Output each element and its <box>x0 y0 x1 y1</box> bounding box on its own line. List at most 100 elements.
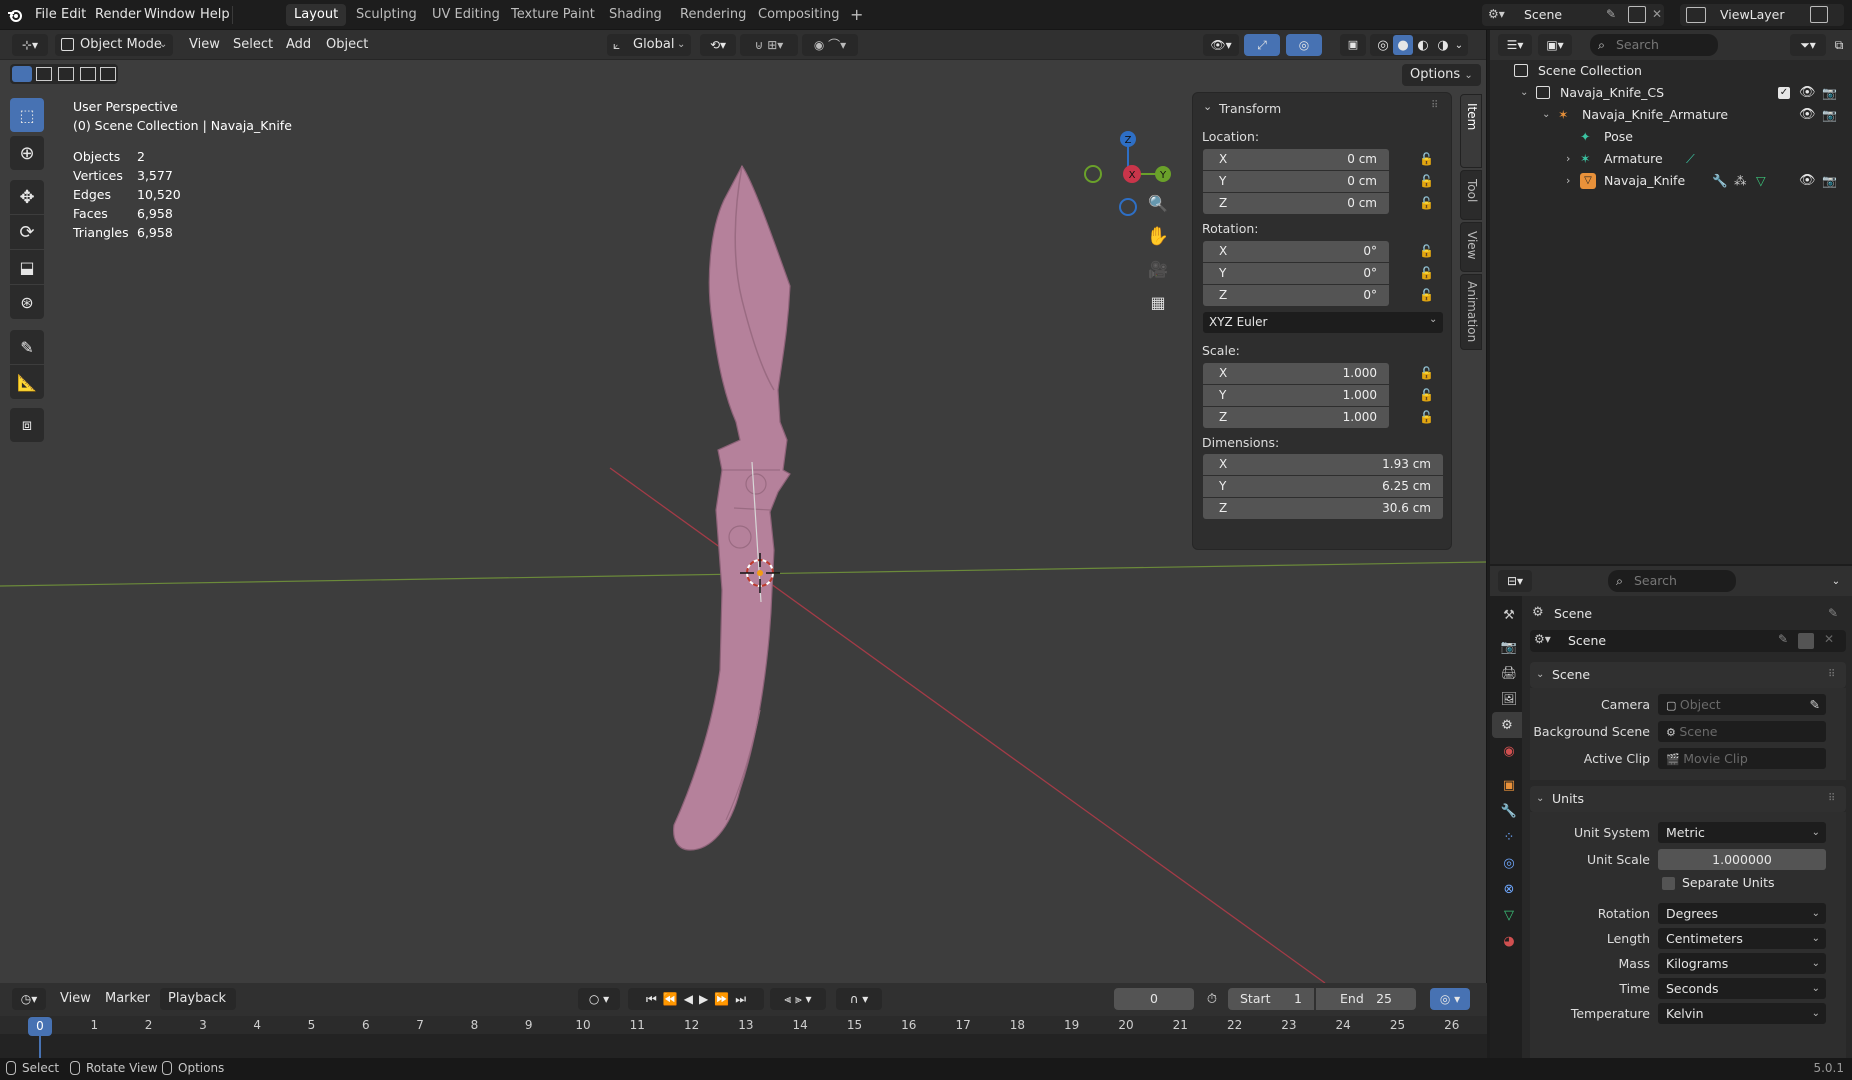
tab-sculpting[interactable]: Sculpting <box>348 4 425 26</box>
outliner-row-navaja-knife-cs[interactable]: ⌄ Navaja_Knife_CS ✓ 👁 📷 <box>1490 82 1852 104</box>
sidebar-tab-tool[interactable]: Tool <box>1460 170 1482 220</box>
close-icon[interactable]: ✕ <box>1652 7 1662 21</box>
rotation-unit-dropdown[interactable]: Degrees ⌄ <box>1658 903 1826 924</box>
location-z-field[interactable]: Z0 cm <box>1203 193 1389 214</box>
units-section-header[interactable]: ⌄ Units ⠿ <box>1530 786 1846 812</box>
camera-icon[interactable]: 📷 <box>1822 82 1837 104</box>
blender-logo-icon[interactable] <box>6 6 24 24</box>
rotation-mode-dropdown[interactable]: XYZ Euler ⌄ <box>1203 312 1443 333</box>
modifier-tab-icon[interactable]: 🔧 <box>1496 798 1522 824</box>
lock-icon[interactable]: 🔓 <box>1419 244 1434 258</box>
rendered-shading-icon[interactable]: ◑ <box>1433 35 1453 55</box>
view-layer-tab-icon[interactable]: 🖼 <box>1496 686 1522 712</box>
scene-tab-icon[interactable]: ⚙ <box>1492 712 1522 738</box>
menu-edit[interactable]: Edit <box>55 5 92 25</box>
end-frame-field[interactable]: End 25 <box>1316 988 1416 1010</box>
annotate-tool[interactable]: ✎ <box>10 330 44 364</box>
playhead-frame-indicator[interactable]: 0 <box>28 1017 52 1036</box>
outliner-row-scene-collection[interactable]: Scene Collection <box>1490 60 1852 82</box>
wireframe-shading-icon[interactable]: ◎ <box>1373 35 1393 55</box>
dimensions-x-field[interactable]: X 1.93 cm <box>1203 454 1443 475</box>
tool-tab-icon[interactable]: ⚒ <box>1496 602 1522 628</box>
solid-shading-icon[interactable]: ● <box>1393 35 1413 55</box>
select-extend-icon[interactable] <box>36 67 52 81</box>
snap-playhead-button[interactable]: ∩ ▾ <box>836 988 882 1010</box>
eye-icon[interactable]: 👁 <box>1799 170 1816 192</box>
time-unit-dropdown[interactable]: Seconds ⌄ <box>1658 978 1826 999</box>
editor-type-button[interactable]: ☰▾ <box>1498 34 1532 56</box>
chevron-down-icon[interactable]: ⌄ <box>1826 570 1846 592</box>
background-scene-field[interactable]: ⚙ Scene <box>1658 721 1826 742</box>
menu-marker[interactable]: Marker <box>98 988 157 1010</box>
eye-icon[interactable]: 👁 <box>1799 82 1816 104</box>
particles-tab-icon[interactable]: ⁘ <box>1496 824 1522 850</box>
menu-add[interactable]: Add <box>279 34 318 56</box>
tab-shading[interactable]: Shading <box>601 4 670 26</box>
close-icon[interactable]: ✕ <box>1824 632 1834 646</box>
tab-uv-editing[interactable]: UV Editing <box>424 4 508 26</box>
menu-window[interactable]: Window <box>138 5 201 25</box>
menu-view[interactable]: View <box>53 988 98 1010</box>
scale-tool[interactable]: ⬓ <box>10 250 44 284</box>
scale-x-field[interactable]: X 1.000 <box>1203 363 1389 384</box>
transform-header[interactable]: ⌄ Transform ⠿ <box>1201 98 1445 120</box>
camera-icon[interactable]: 📷 <box>1822 104 1837 126</box>
lock-icon[interactable]: 🔓 <box>1419 174 1434 188</box>
dimensions-y-field[interactable]: Y 6.25 cm <box>1203 476 1443 497</box>
chevron-right-icon[interactable]: › <box>1566 148 1570 170</box>
move-tool[interactable]: ✥ <box>10 180 44 214</box>
scale-y-field[interactable]: Y 1.000 <box>1203 385 1389 406</box>
new-collection-icon[interactable]: ⧉ <box>1830 34 1848 56</box>
keyframe-area[interactable] <box>0 1034 1487 1058</box>
current-frame-field[interactable]: 0 <box>1114 988 1194 1010</box>
lock-icon[interactable]: 🔓 <box>1419 410 1434 424</box>
temperature-unit-dropdown[interactable]: Kelvin ⌄ <box>1658 1003 1826 1024</box>
cursor-tool[interactable]: ⊕ <box>10 136 44 170</box>
outliner-row-armature-object[interactable]: ⌄ ✶ Navaja_Knife_Armature 👁 📷 <box>1490 104 1852 126</box>
unit-scale-field[interactable]: 1.000000 <box>1658 849 1826 870</box>
rotation-y-field[interactable]: Y 0° <box>1203 263 1389 284</box>
viewlayer-selector[interactable]: ViewLayer <box>1680 4 1844 26</box>
jump-start-icon[interactable]: ⏮ <box>646 992 657 1007</box>
select-intersect-icon[interactable] <box>100 67 116 81</box>
auto-keying-button[interactable]: ○ ▾ <box>578 988 620 1010</box>
display-mode-button[interactable]: ▣▾ <box>1538 34 1572 56</box>
frame-ruler[interactable]: 0123456789101112131415161718192021222324… <box>0 1016 1487 1058</box>
xray-button[interactable]: ▣ <box>1340 34 1366 56</box>
chevron-down-icon[interactable]: ⌄ <box>1520 82 1528 104</box>
outliner-row-navaja-knife[interactable]: › ▽ Navaja_Knife 🔧 ⁂ ▽ 👁 📷 <box>1490 170 1852 192</box>
measure-tool[interactable]: 📐 <box>10 365 44 399</box>
lock-icon[interactable]: 🔓 <box>1419 388 1434 402</box>
scale-z-field[interactable]: Z 1.000 <box>1203 407 1389 428</box>
rotation-z-field[interactable]: Z 0° <box>1203 285 1389 306</box>
pin-icon[interactable]: ✎ <box>1606 7 1616 21</box>
sidebar-tab-animation[interactable]: Animation <box>1460 274 1482 350</box>
play-icon[interactable]: ▶ <box>699 992 708 1006</box>
copy-scene-icon[interactable] <box>1798 633 1814 649</box>
rotate-tool[interactable]: ⟳ <box>10 215 44 249</box>
eyedropper-icon[interactable]: ✎ <box>1810 694 1820 715</box>
eye-icon[interactable]: 👁 <box>1799 104 1816 126</box>
menu-view[interactable]: View <box>182 34 227 56</box>
sidebar-tab-item[interactable]: Item <box>1460 94 1482 168</box>
copy-viewlayer-icon[interactable] <box>1810 6 1828 23</box>
3d-viewport[interactable]: ⊹▾ Object Mode ⌄ View Select Add Object … <box>0 30 1487 983</box>
drag-handle-icon[interactable]: ⠿ <box>1431 100 1438 111</box>
lock-icon[interactable]: 🔓 <box>1419 152 1434 166</box>
location-y-field[interactable]: Y0 cm <box>1203 171 1389 192</box>
drag-handle-icon[interactable]: ⠿ <box>1828 662 1835 688</box>
jump-end-icon[interactable]: ⏭ <box>735 992 746 1007</box>
outliner-row-pose[interactable]: ✦ Pose <box>1490 126 1852 148</box>
outliner-row-armature-data[interactable]: › ✶ Armature ⟋ <box>1490 148 1852 170</box>
lock-icon[interactable]: 🔓 <box>1419 196 1434 210</box>
render-tab-icon[interactable]: 📷 <box>1496 634 1522 660</box>
gizmo-toggle-button[interactable]: ⤢ <box>1244 34 1280 56</box>
material-shading-icon[interactable]: ◐ <box>1413 35 1433 55</box>
lock-icon[interactable]: 🔓 <box>1419 366 1434 380</box>
select-set-icon[interactable] <box>12 66 32 82</box>
object-mode-dropdown[interactable]: Object Mode ⌄ <box>55 34 173 56</box>
transform-tool[interactable]: ⊛ <box>10 285 44 319</box>
tab-texture-paint[interactable]: Texture Paint <box>503 4 603 26</box>
drag-handle-icon[interactable]: ⠿ <box>1828 786 1835 812</box>
tab-rendering[interactable]: Rendering <box>672 4 754 26</box>
